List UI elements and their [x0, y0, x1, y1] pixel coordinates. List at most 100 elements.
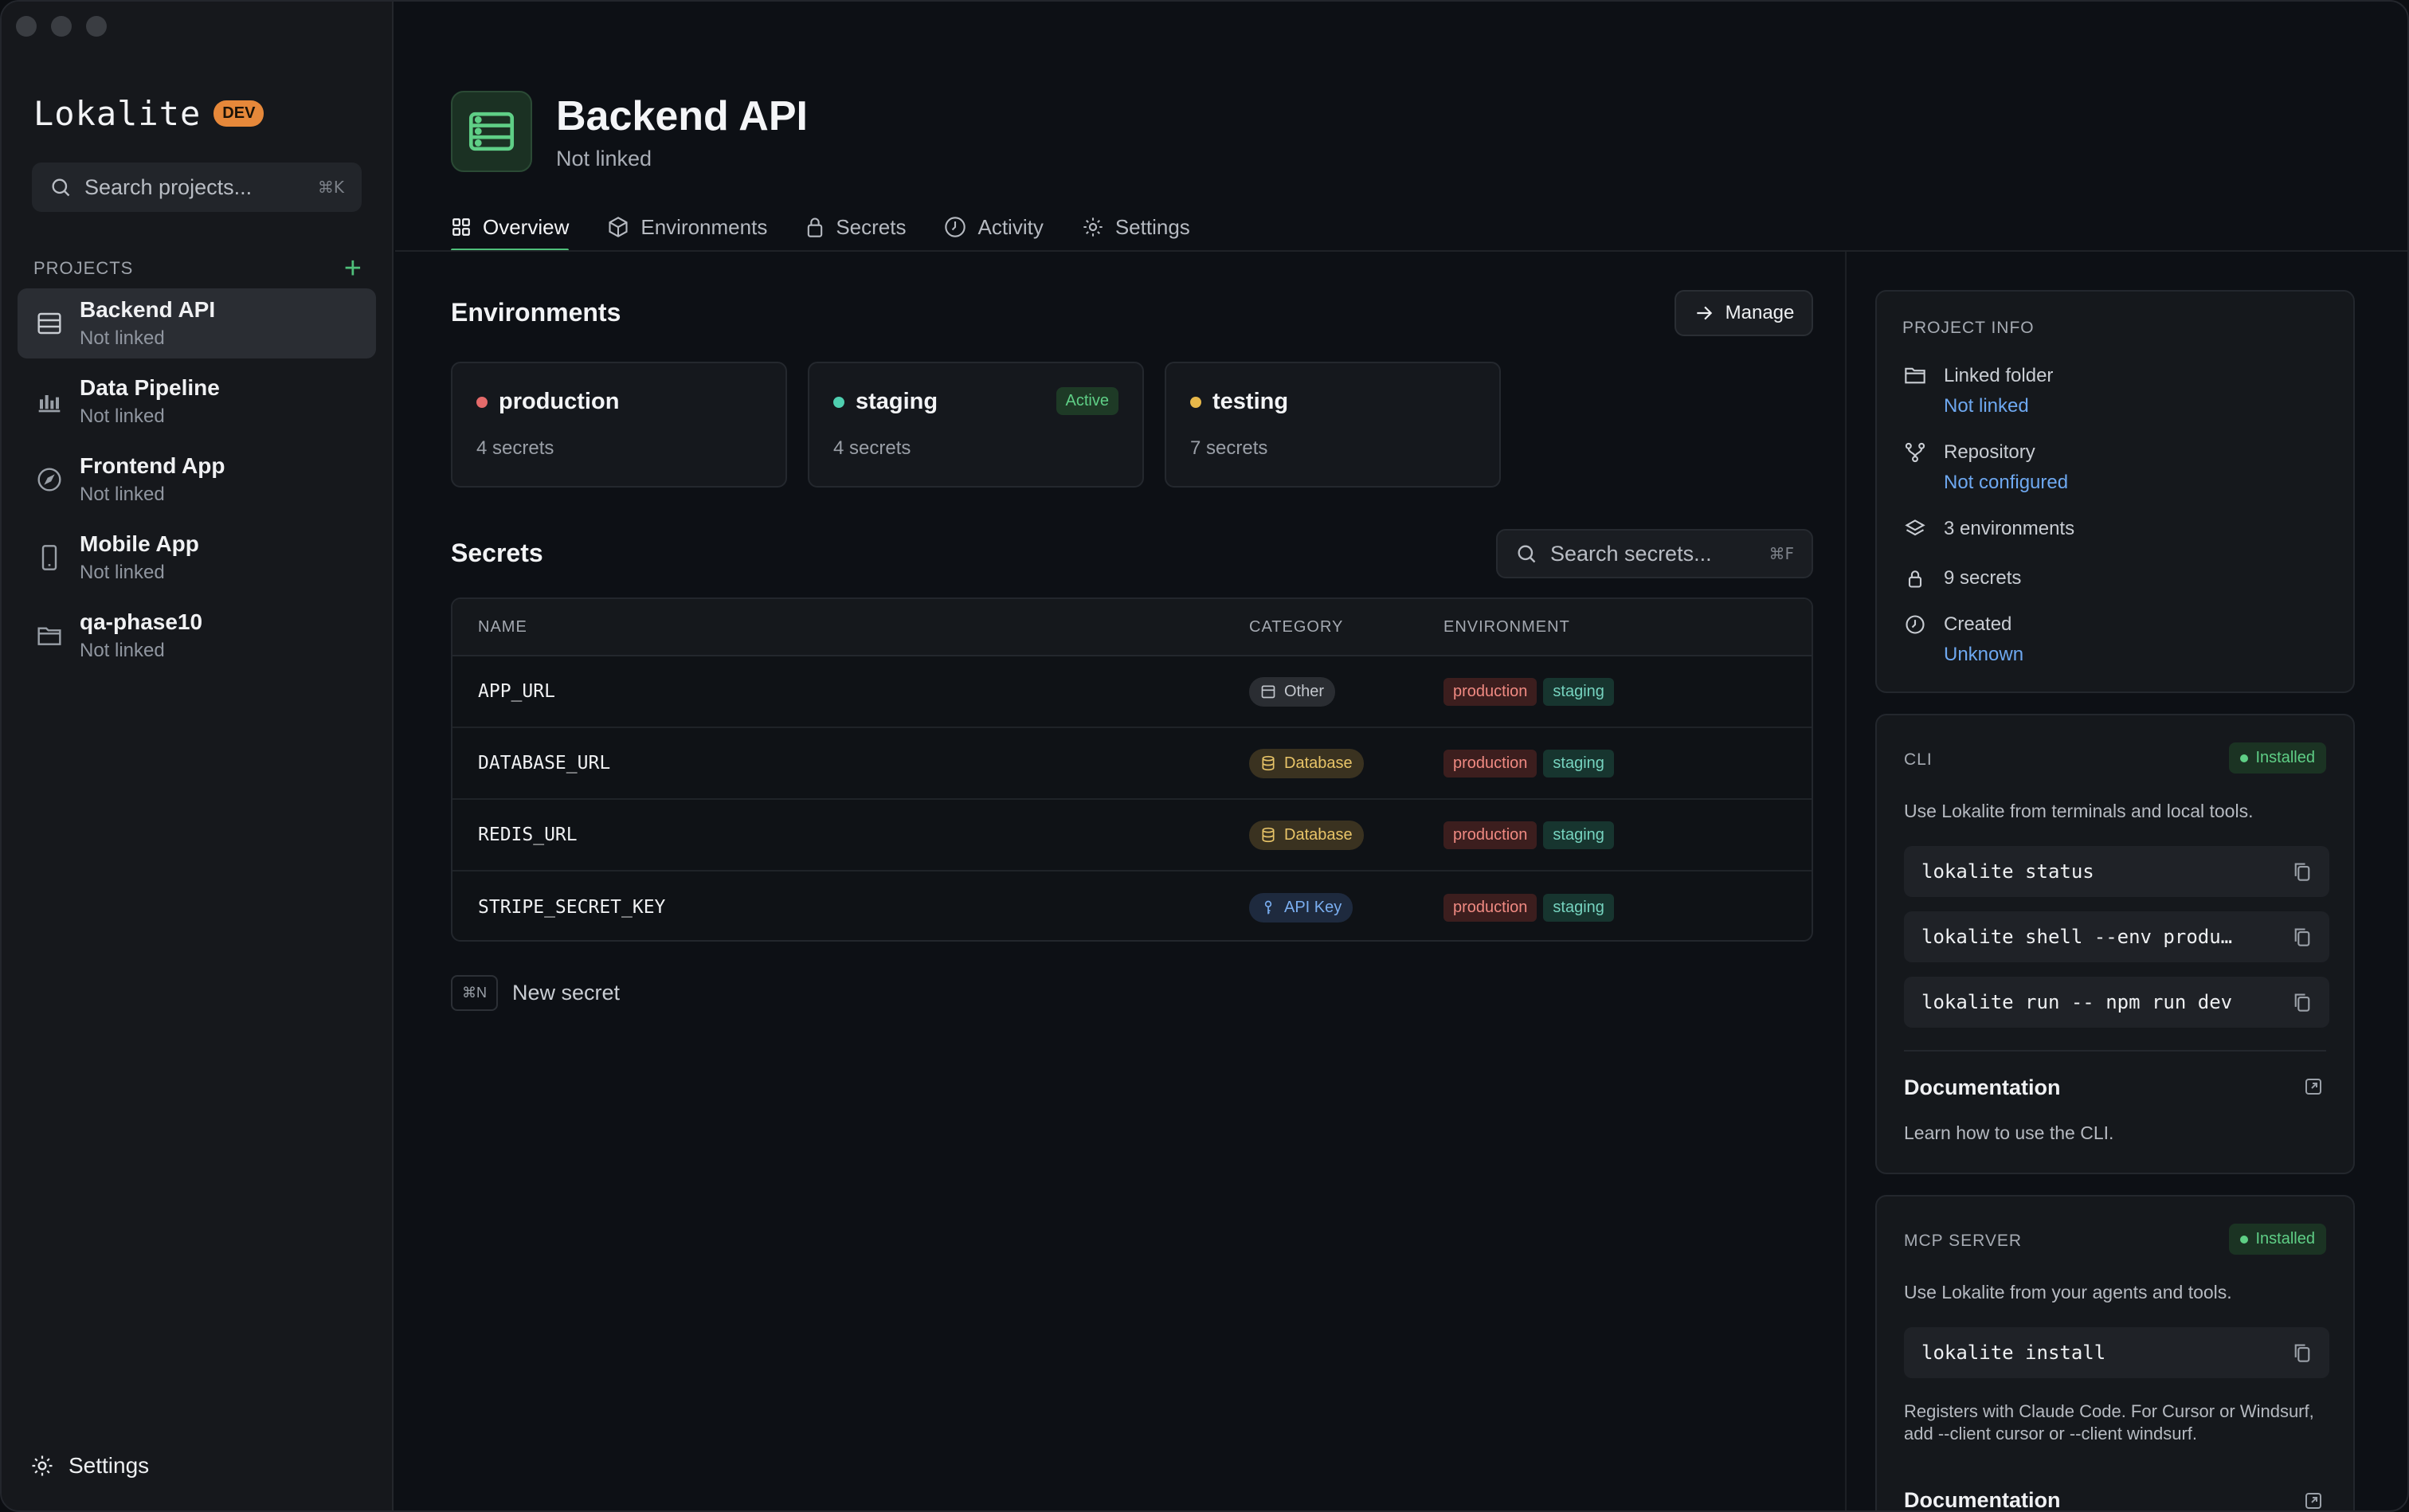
new-secret-label: New secret	[512, 981, 621, 1005]
tab-activity[interactable]: Activity	[944, 204, 1044, 250]
env-tag-production: production	[1443, 821, 1537, 849]
project-info-title: PROJECT INFO	[1902, 319, 2035, 337]
cli-documentation-description: Learn how to use the CLI.	[1904, 1122, 2114, 1143]
mcp-command: lokalite install	[1904, 1327, 2329, 1378]
tab-label: Settings	[1114, 214, 1190, 239]
sidebar-item-data-pipeline[interactable]: Data Pipeline Not linked	[18, 366, 376, 437]
column-header-name[interactable]: NAME	[452, 618, 1249, 637]
status-label: Installed	[2255, 1230, 2316, 1248]
status-dot	[1190, 396, 1201, 408]
sidebar-settings-button[interactable]: Settings	[30, 1453, 149, 1479]
cli-card: CLI Installed Use Lokalite from terminal…	[1875, 714, 2355, 1174]
copy-icon[interactable]	[2293, 861, 2312, 882]
tab-overview[interactable]: Overview	[451, 204, 570, 252]
minimize-window-button[interactable]	[51, 16, 72, 37]
app-name: Lokalite	[33, 94, 202, 133]
column-header-category[interactable]: CATEGORY	[1249, 618, 1443, 637]
cli-command: lokalite status	[1904, 846, 2329, 897]
window-controls	[16, 16, 107, 37]
repository-info: Repository Not configured	[1904, 441, 2068, 494]
server-icon	[35, 309, 64, 338]
table-row[interactable]: STRIPE_SECRET_KEY API Key production stag…	[452, 872, 1812, 940]
column-header-environment[interactable]: ENVIRONMENT	[1443, 618, 1812, 637]
external-link-icon[interactable]	[2304, 1491, 2323, 1510]
linked-folder-value[interactable]: Not linked	[1944, 395, 2053, 417]
bar-chart-icon	[35, 387, 64, 416]
close-window-button[interactable]	[16, 16, 37, 37]
calendar-icon	[1261, 685, 1275, 699]
cli-installed-badge: Installed	[2228, 742, 2326, 774]
table-row[interactable]: DATABASE_URL Database production staging	[452, 728, 1812, 800]
lock-icon	[808, 217, 823, 237]
mcp-note: Registers with Claude Code. For Cursor o…	[1904, 1401, 2314, 1443]
new-secret-button[interactable]: ⌘N New secret	[451, 975, 620, 1011]
environment-secret-count: 7 secrets	[1190, 437, 1268, 459]
sidebar-item-mobile-app[interactable]: Mobile App Not linked	[18, 523, 376, 593]
project-server-icon	[451, 91, 532, 172]
environment-card-testing[interactable]: testing 7 secrets	[1165, 362, 1501, 488]
category-label: Database	[1284, 754, 1353, 772]
cli-command: lokalite run -- npm run dev	[1904, 977, 2329, 1028]
category-label: Other	[1284, 682, 1325, 700]
created-info: Created Unknown	[1904, 613, 2023, 666]
linked-folder-info: Linked folder Not linked	[1904, 365, 2053, 417]
environments-count: 3 environments	[1944, 518, 2075, 539]
tab-settings[interactable]: Settings	[1082, 204, 1190, 250]
projects-header: PROJECTS +	[33, 253, 362, 284]
environment-name: production	[499, 389, 620, 414]
table-row[interactable]: REDIS_URL Database production staging	[452, 800, 1812, 872]
database-icon	[1262, 827, 1275, 843]
compass-icon	[35, 465, 64, 494]
box-icon	[609, 217, 628, 237]
environment-card-production[interactable]: production 4 secrets	[451, 362, 787, 488]
mcp-documentation-link[interactable]: Documentation	[1904, 1488, 2061, 1510]
secret-name: APP_URL	[478, 681, 555, 702]
repository-value[interactable]: Not configured	[1944, 472, 2068, 494]
new-secret-shortcut: ⌘N	[451, 975, 498, 1011]
app-window: Lokalite DEV Search projects... ⌘K PROJE…	[0, 0, 2409, 1512]
app-brand: Lokalite DEV	[33, 94, 264, 133]
env-tag-production: production	[1443, 749, 1537, 778]
environment-card-staging[interactable]: staging 4 secrets Active	[808, 362, 1144, 488]
external-link-icon[interactable]	[2304, 1077, 2323, 1096]
sidebar-item-frontend-app[interactable]: Frontend App Not linked	[18, 445, 376, 515]
sidebar-item-backend-api[interactable]: Backend API Not linked	[18, 288, 376, 358]
env-tag-staging: staging	[1543, 821, 1614, 849]
project-name: Data Pipeline	[80, 375, 220, 400]
secret-name: DATABASE_URL	[478, 753, 611, 774]
status-dot	[833, 396, 844, 408]
table-row[interactable]: APP_URL Other production staging	[452, 656, 1812, 728]
secret-search-input[interactable]: Search secrets... ⌘F	[1496, 529, 1813, 578]
project-name: Backend API	[80, 297, 216, 322]
env-tag-production: production	[1443, 677, 1537, 706]
cli-documentation-link[interactable]: Documentation	[1904, 1075, 2061, 1100]
sidebar-item-qa-phase10[interactable]: qa-phase10 Not linked	[18, 601, 376, 671]
environments-title: Environments	[451, 298, 621, 327]
table-header: NAME CATEGORY ENVIRONMENT	[452, 599, 1812, 656]
status-dot	[476, 396, 488, 408]
project-status: Not linked	[80, 562, 165, 583]
maximize-window-button[interactable]	[86, 16, 107, 37]
copy-icon[interactable]	[2293, 926, 2312, 947]
cli-command: lokalite shell --env produ…	[1904, 911, 2329, 962]
copy-icon[interactable]	[2293, 992, 2312, 1013]
manage-label: Manage	[1725, 302, 1795, 323]
project-search-input[interactable]: Search projects... ⌘K	[32, 163, 362, 212]
tab-environments[interactable]: Environments	[607, 204, 767, 250]
search-placeholder: Search projects...	[84, 174, 253, 199]
copy-icon[interactable]	[2293, 1342, 2312, 1363]
sidebar: Lokalite DEV Search projects... ⌘K PROJE…	[2, 2, 394, 1510]
add-project-button[interactable]: +	[344, 253, 362, 284]
environments-info: 3 environments	[1904, 518, 2074, 540]
manage-environments-button[interactable]: Manage	[1675, 290, 1813, 336]
gear-icon	[32, 1455, 53, 1476]
tab-label: Activity	[977, 214, 1044, 239]
category-badge: API Key	[1249, 892, 1353, 922]
environment-secret-count: 4 secrets	[833, 437, 911, 459]
linked-folder-label: Linked folder	[1944, 365, 2054, 386]
cli-divider	[1904, 1050, 2326, 1052]
tab-secrets[interactable]: Secrets	[805, 204, 906, 250]
git-branch-icon	[1905, 442, 1925, 463]
env-tag-production: production	[1443, 893, 1537, 922]
search-placeholder: Search secrets...	[1550, 541, 1712, 566]
